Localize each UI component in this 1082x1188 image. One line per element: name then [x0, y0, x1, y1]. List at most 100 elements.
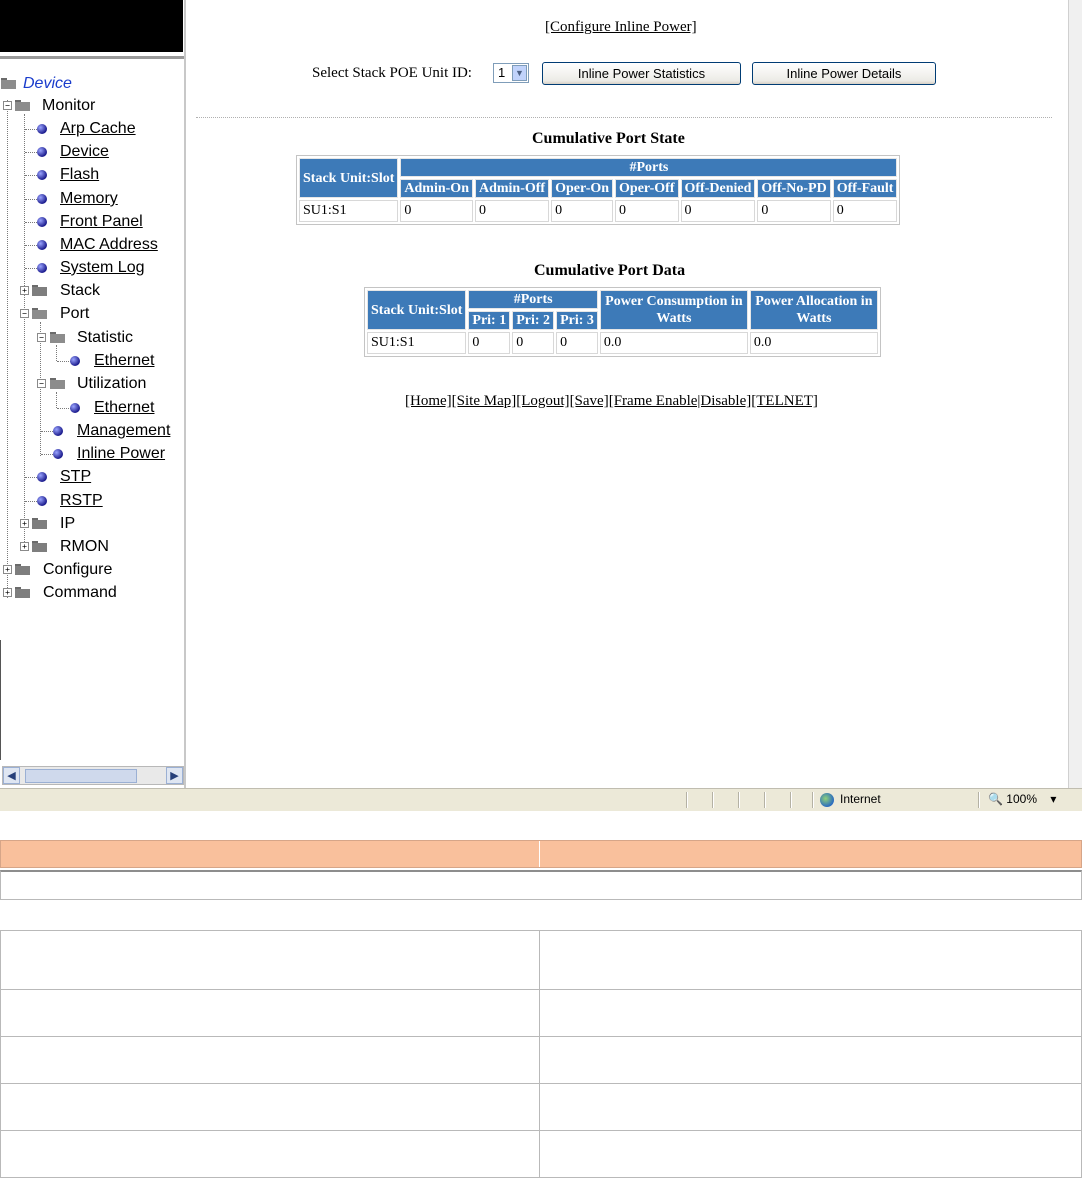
header-oper-on: Oper-On	[551, 179, 614, 198]
page-bullet-icon	[53, 426, 63, 436]
expand-icon[interactable]: +	[3, 588, 12, 597]
table-cell	[539, 1036, 1082, 1084]
header-pri-2: Pri: 2	[512, 311, 555, 330]
page-bullet-icon	[37, 194, 47, 204]
telnet-link[interactable]: [TELNET]	[751, 393, 818, 409]
cell-value: 0	[551, 200, 614, 222]
cell-value: 0	[474, 200, 550, 222]
magnifier-icon: 🔍	[988, 792, 1003, 806]
zone-label: Internet	[840, 792, 881, 806]
port-state-table: Stack Unit:Slot #Ports Admin-On Admin-Of…	[296, 155, 901, 225]
folder-open-icon	[50, 378, 65, 389]
scroll-thumb[interactable]	[25, 769, 137, 783]
tree-link[interactable]: Front Panel	[60, 211, 143, 233]
expand-icon[interactable]: +	[3, 565, 12, 574]
cell-slot: SU1:S1	[299, 200, 399, 222]
tree-link[interactable]: Inline Power	[77, 443, 165, 465]
vertical-scrollbar[interactable]	[1068, 0, 1082, 788]
header-power-consumption: Power Consumption in Watts	[599, 290, 748, 330]
tree-line	[56, 345, 57, 361]
tree-link[interactable]: Ethernet	[94, 350, 154, 372]
site-map-link[interactable]: [Site Map]	[452, 393, 517, 409]
folder-open-icon	[15, 100, 30, 111]
header-off-fault: Off-Fault	[832, 179, 898, 198]
collapse-icon[interactable]: −	[37, 379, 46, 388]
unit-id-select[interactable]: 1 ▼	[493, 63, 529, 83]
tree-label: Utilization	[77, 375, 147, 392]
folder-icon	[15, 564, 30, 575]
table-cell	[539, 1083, 1082, 1131]
page-bullet-icon	[37, 124, 47, 134]
page-bullet-icon	[37, 170, 47, 180]
collapse-icon[interactable]: −	[20, 309, 29, 318]
scroll-right-icon[interactable]: ▶	[166, 767, 183, 784]
inline-power-details-button[interactable]: Inline Power Details	[752, 62, 936, 85]
folder-icon	[32, 285, 47, 296]
navigation-sidebar: Device − Monitor Arp Cache Device Flash …	[0, 0, 186, 788]
select-unit-label: Select Stack POE Unit ID:	[312, 65, 472, 81]
tree-link[interactable]: RSTP	[60, 490, 103, 512]
scroll-left-icon[interactable]: ◀	[3, 767, 20, 784]
chevron-down-icon[interactable]: ▾	[1050, 792, 1056, 806]
configure-inline-power-link[interactable]: [Configure Inline Power]	[545, 19, 697, 36]
port-data-title: Cumulative Port Data	[534, 262, 686, 279]
tree-link[interactable]: Flash	[60, 164, 99, 186]
collapse-icon[interactable]: −	[3, 101, 12, 110]
tree-link[interactable]: Ethernet	[94, 397, 154, 419]
expand-icon[interactable]: +	[20, 519, 29, 528]
tree-link[interactable]: Memory	[60, 188, 118, 210]
page-bullet-icon	[37, 496, 47, 506]
tree-line	[24, 114, 25, 546]
zoom-control[interactable]: 🔍 100% ▾	[988, 792, 1056, 806]
page-bullet-icon	[70, 356, 80, 366]
header-admin-on: Admin-On	[400, 179, 473, 198]
status-separator	[812, 792, 814, 808]
frame-toggle-link[interactable]: [Frame Enable|Disable]	[609, 393, 752, 409]
divider	[196, 117, 1052, 118]
tree-link[interactable]: Arp Cache	[60, 118, 136, 140]
status-separator	[738, 792, 740, 808]
home-link[interactable]: [Home]	[405, 393, 452, 409]
header-pri-3: Pri: 3	[556, 311, 598, 330]
status-separator	[764, 792, 766, 808]
port-state-title: Cumulative Port State	[532, 130, 685, 147]
header-pri-1: Pri: 1	[468, 311, 511, 330]
table-cell	[0, 1083, 540, 1131]
collapse-icon[interactable]: −	[37, 333, 46, 342]
tree-label: Statistic	[77, 329, 134, 346]
sidebar-horizontal-scrollbar[interactable]: ◀ ▶	[2, 766, 184, 785]
tree-link[interactable]: Device	[60, 141, 109, 163]
page-bullet-icon	[70, 403, 80, 413]
tree-label: Configure	[43, 561, 113, 578]
page-bullet-icon	[37, 263, 47, 273]
cell-value: 0	[757, 200, 831, 222]
table-section-row	[0, 870, 1082, 900]
tree-link[interactable]: MAC Address	[60, 234, 158, 256]
table-cell	[0, 1130, 540, 1178]
logout-link[interactable]: [Logout]	[516, 393, 569, 409]
page-bullet-icon	[37, 472, 47, 482]
tree-link[interactable]: System Log	[60, 257, 144, 279]
chevron-down-icon[interactable]: ▼	[512, 65, 527, 81]
tree-label: Stack	[60, 282, 101, 299]
expand-icon[interactable]: +	[20, 286, 29, 295]
table-cell	[539, 989, 1082, 1037]
tree-link[interactable]: Management	[77, 420, 170, 442]
inline-power-statistics-button[interactable]: Inline Power Statistics	[542, 62, 741, 85]
header-admin-off: Admin-Off	[474, 179, 550, 198]
status-separator	[978, 792, 980, 808]
footer-links: [Home][Site Map][Logout][Save][Frame Ena…	[405, 393, 818, 410]
table-cell	[0, 1036, 540, 1084]
table-row: SU1:S1 0 0 0 0 0 0 0	[299, 200, 898, 222]
table-row: SU1:S1 0 0 0 0.0 0.0	[367, 332, 878, 354]
tree-line	[56, 392, 57, 408]
expand-icon[interactable]: +	[20, 542, 29, 551]
page-bullet-icon	[37, 217, 47, 227]
tree-link[interactable]: STP	[60, 466, 91, 488]
table-cell	[0, 930, 540, 990]
cell-value: 0	[615, 200, 679, 222]
save-link[interactable]: [Save]	[570, 393, 609, 409]
table-header-row	[0, 840, 1082, 868]
header-stack-unit-slot: Stack Unit:Slot	[367, 290, 467, 330]
logo-area	[0, 0, 183, 52]
